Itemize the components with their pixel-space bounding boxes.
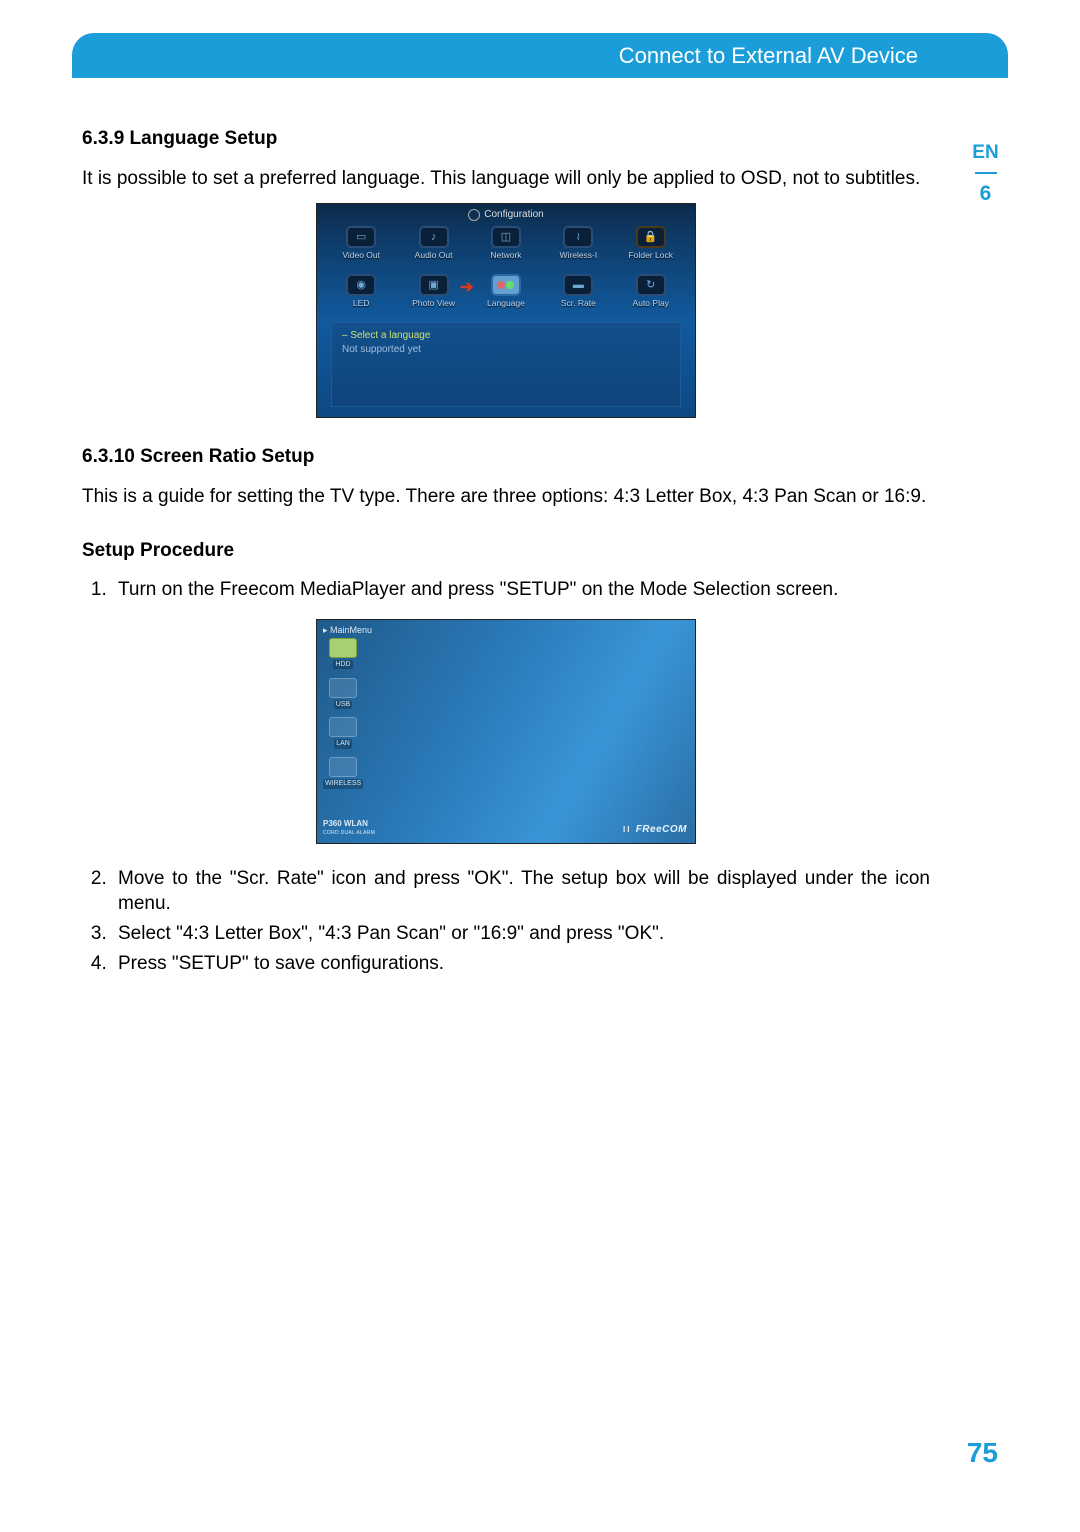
- mm-item-usb: USB: [323, 678, 363, 710]
- procedure-step-2: Move to the "Scr. Rate" icon and press "…: [112, 866, 930, 917]
- icon-led: ◉LED: [329, 274, 393, 309]
- icon-auto-play: ↻Auto Play: [619, 274, 683, 309]
- screenshot-mainmenu: ▸ MainMenu HDD USB LAN WIRELESS P360 WLA…: [316, 619, 696, 844]
- chapter-header: Connect to External AV Device: [72, 33, 1008, 78]
- icon-language: Language: [474, 274, 538, 309]
- icon-folder-lock: 🔒Folder Lock: [619, 226, 683, 261]
- mm-item-wireless: WIRELESS: [323, 757, 363, 789]
- config-panel: – Select a language Not supported yet: [331, 322, 681, 407]
- panel-line1: – Select a language: [342, 329, 670, 343]
- mm-model: P360 WLANCORD DUAL ALARM: [323, 819, 375, 837]
- side-tab-chapter: 6: [963, 180, 1008, 208]
- panel-line2: Not supported yet: [342, 343, 670, 357]
- icon-wireless: ≀Wireless-I: [546, 226, 610, 261]
- procedure-step-3: Select "4:3 Letter Box", "4:3 Pan Scan" …: [112, 921, 930, 947]
- icon-network: ◫Network: [474, 226, 538, 261]
- para-screen-ratio: This is a guide for setting the TV type.…: [82, 484, 930, 510]
- config-title: Configuration: [317, 208, 695, 222]
- side-tab: EN 6: [963, 140, 1008, 208]
- selection-arrow-icon: ➔: [460, 277, 473, 299]
- procedure-step-4: Press "SETUP" to save configurations.: [112, 951, 930, 977]
- icon-photo-view: ▣Photo View: [402, 274, 466, 309]
- config-row2: ◉LED ▣Photo View Language ▬Scr. Rate ↻Au…: [325, 274, 687, 309]
- page-content: 6.3.9 Language Setup It is possible to s…: [82, 120, 930, 982]
- mm-item-hdd: HDD: [323, 638, 363, 670]
- side-tab-divider: [975, 172, 997, 174]
- mainmenu-title: ▸ MainMenu: [323, 624, 372, 636]
- procedure-list-cont: Move to the "Scr. Rate" icon and press "…: [82, 866, 930, 977]
- mm-brand: FReeCOM: [623, 823, 687, 837]
- procedure-list: Turn on the Freecom MediaPlayer and pres…: [82, 577, 930, 603]
- para-language-setup: It is possible to set a preferred langua…: [82, 166, 930, 192]
- procedure-step-1: Turn on the Freecom MediaPlayer and pres…: [112, 577, 930, 603]
- screenshot-configuration-wrap: Configuration ▭Video Out ♪Audio Out ◫Net…: [82, 203, 930, 418]
- screenshot-configuration: Configuration ▭Video Out ♪Audio Out ◫Net…: [316, 203, 696, 418]
- icon-scr-rate: ▬Scr. Rate: [546, 274, 610, 309]
- config-row1: ▭Video Out ♪Audio Out ◫Network ≀Wireless…: [325, 226, 687, 261]
- screenshot-mainmenu-wrap: ▸ MainMenu HDD USB LAN WIRELESS P360 WLA…: [82, 619, 930, 844]
- heading-setup-procedure: Setup Procedure: [82, 538, 930, 564]
- icon-video-out: ▭Video Out: [329, 226, 393, 261]
- icon-audio-out: ♪Audio Out: [402, 226, 466, 261]
- heading-screen-ratio: 6.3.10 Screen Ratio Setup: [82, 444, 930, 470]
- side-tab-lang: EN: [963, 140, 1008, 166]
- mainmenu-sidebar: HDD USB LAN WIRELESS: [323, 638, 363, 797]
- mm-item-lan: LAN: [323, 717, 363, 749]
- chapter-title: Connect to External AV Device: [619, 41, 918, 71]
- page-number: 75: [967, 1434, 998, 1472]
- heading-language-setup: 6.3.9 Language Setup: [82, 126, 930, 152]
